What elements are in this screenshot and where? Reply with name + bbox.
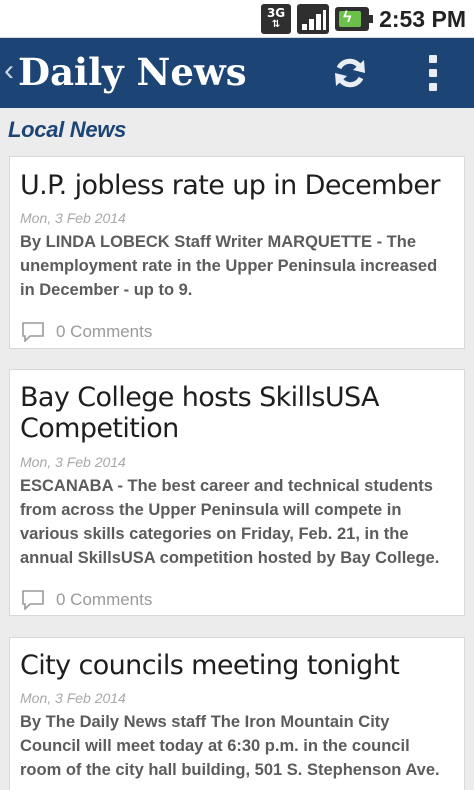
article-card[interactable]: City councils meeting tonight Mon, 3 Feb… [9, 637, 465, 790]
status-clock: 2:53 PM [379, 5, 466, 32]
battery-charging-icon: ϟ [335, 7, 374, 31]
article-title[interactable]: U.P. jobless rate up in December [20, 170, 450, 201]
article-title[interactable]: City councils meeting tonight [20, 650, 450, 681]
article-summary: ESCANABA - The best career and technical… [20, 477, 440, 567]
status-bar: 3G ⇅ ϟ 2:53 PM [0, 0, 474, 38]
signal-strength-icon [297, 4, 330, 34]
app-bar: ‹ Daily News [0, 38, 474, 108]
article-date: Mon, 3 Feb 2014 [20, 690, 126, 706]
article-card[interactable]: U.P. jobless rate up in December Mon, 3 … [9, 156, 465, 349]
comments-count: 0 Comments [56, 590, 153, 609]
article-summary: By The Daily News staff The Iron Mountai… [20, 713, 440, 779]
comments-count: 0 Comments [56, 322, 153, 341]
section-title: Local News [8, 117, 127, 142]
comment-icon [22, 590, 44, 610]
article-date: Mon, 3 Feb 2014 [20, 210, 126, 226]
app-title[interactable]: Daily News [18, 48, 247, 96]
comments-link[interactable]: 0 Comments [22, 322, 152, 342]
refresh-button[interactable] [328, 51, 372, 95]
chevron-left-icon[interactable]: ‹ [4, 56, 14, 86]
network-3g-icon: 3G ⇅ [261, 4, 292, 34]
network-type-label: 3G [266, 6, 286, 20]
article-title[interactable]: Bay College hosts SkillsUSA Competition [20, 382, 450, 444]
comments-link[interactable]: 0 Comments [22, 590, 152, 610]
article-date: Mon, 3 Feb 2014 [20, 454, 126, 470]
status-icons: 3G ⇅ ϟ 2:53 PM [261, 3, 466, 35]
article-card[interactable]: Bay College hosts SkillsUSA Competition … [9, 369, 465, 616]
refresh-icon [335, 58, 365, 88]
overflow-menu-button[interactable] [420, 51, 446, 95]
article-summary: By LINDA LOBECK Staff Writer MARQUETTE -… [20, 233, 438, 299]
comment-icon [22, 322, 44, 342]
